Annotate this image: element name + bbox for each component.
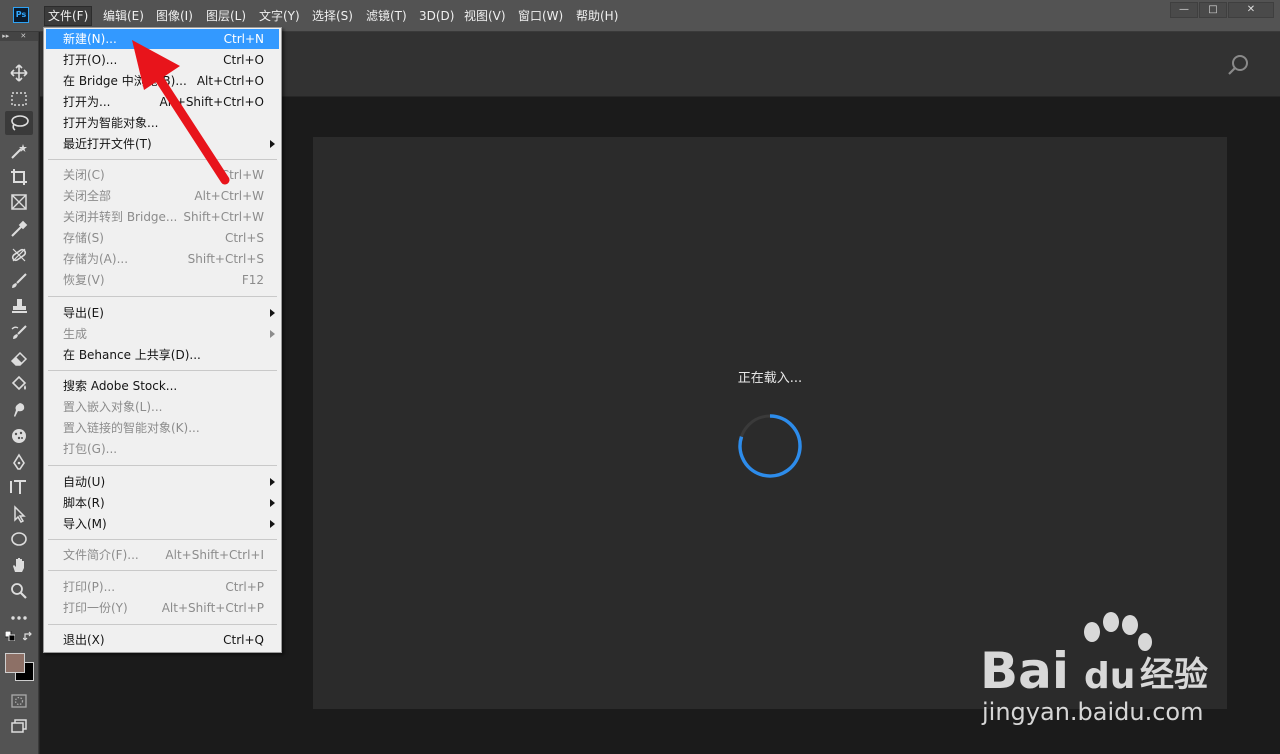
submenu-arrow-icon — [270, 499, 275, 507]
menu-separator — [48, 159, 277, 160]
brush-tool-icon[interactable] — [9, 271, 29, 291]
menu-item-open[interactable]: 打开(O)... Ctrl+O — [46, 50, 279, 70]
menu-item-revert[interactable]: 恢复(V) F12 — [46, 270, 279, 290]
ellipse-tool-icon[interactable] — [9, 529, 29, 549]
menu-item-browse-in-bridge[interactable]: 在 Bridge 中浏览(B)... Alt+Ctrl+O — [46, 71, 279, 91]
hand-tool-icon[interactable] — [9, 555, 29, 575]
watermark-brand-du: du — [1084, 656, 1135, 697]
menu-item-close-all[interactable]: 关闭全部 Alt+Ctrl+W — [46, 186, 279, 206]
magic-wand-tool-icon[interactable] — [9, 141, 29, 161]
sponge-tool-icon[interactable] — [9, 426, 29, 446]
foreground-color-swatch[interactable] — [5, 653, 25, 673]
menu-item-import[interactable]: 导入(M) — [46, 514, 279, 534]
zoom-tool-icon[interactable] — [9, 581, 29, 601]
menu-layer[interactable]: 图层(L) — [203, 7, 249, 25]
menu-filter[interactable]: 滤镜(T) — [363, 7, 410, 25]
menu-help[interactable]: 帮助(H) — [573, 7, 621, 25]
menu-separator — [48, 370, 277, 371]
menu-separator — [48, 624, 277, 625]
menu-item-print-one-copy[interactable]: 打印一份(Y) Alt+Shift+Ctrl+P — [46, 598, 279, 618]
menu-item-automate[interactable]: 自动(U) — [46, 472, 279, 492]
submenu-arrow-icon — [270, 330, 275, 338]
menu-item-place-embedded[interactable]: 置入嵌入对象(L)... — [46, 397, 279, 417]
frame-tool-icon[interactable] — [9, 192, 29, 212]
minimize-button[interactable]: — — [1170, 2, 1198, 18]
loading-text: 正在载入... — [737, 371, 803, 386]
move-tool-icon[interactable] — [9, 63, 29, 83]
search-icon[interactable] — [1228, 54, 1250, 76]
menu-separator — [48, 465, 277, 466]
watermark-product: 经验 — [1140, 655, 1208, 695]
menu-select[interactable]: 选择(S) — [309, 7, 356, 25]
marquee-tool-icon[interactable] — [9, 89, 29, 109]
panel-collapse-handle[interactable]: ▸▸ ✕ — [0, 32, 38, 41]
menu-item-scripts[interactable]: 脚本(R) — [46, 493, 279, 513]
baidu-watermark-logo: Bai du 经验 jingyan.baidu.com — [980, 612, 1208, 726]
menu-item-generate[interactable]: 生成 — [46, 324, 279, 344]
menu-file[interactable]: 文件(F) — [44, 6, 93, 26]
type-tool-icon[interactable] — [9, 477, 29, 497]
path-selection-tool-icon[interactable] — [9, 504, 29, 524]
menu-edit[interactable]: 编辑(E) — [100, 7, 147, 25]
menu-item-open-recent[interactable]: 最近打开文件(T) — [46, 134, 279, 154]
loading-spinner-icon — [738, 414, 802, 478]
menu-item-place-linked[interactable]: 置入链接的智能对象(K)... — [46, 418, 279, 438]
menu-item-new[interactable]: 新建(N)... Ctrl+N — [46, 29, 279, 49]
menu-item-package[interactable]: 打包(G)... — [46, 439, 279, 459]
eraser-tool-icon[interactable] — [9, 348, 29, 368]
paint-bucket-tool-icon[interactable] — [9, 374, 29, 394]
swap-colors-icon[interactable] — [22, 630, 34, 642]
close-button[interactable]: ✕ — [1228, 2, 1274, 18]
default-colors-icon[interactable] — [4, 630, 16, 642]
maximize-button[interactable]: □ — [1199, 2, 1227, 18]
photoshop-logo: Ps — [13, 7, 29, 23]
smudge-tool-icon[interactable] — [9, 400, 29, 420]
menu-item-search-adobe-stock[interactable]: 搜索 Adobe Stock... — [46, 376, 279, 396]
menu-item-close[interactable]: 关闭(C) Ctrl+W — [46, 165, 279, 185]
quick-mask-icon[interactable] — [9, 691, 29, 711]
menu-item-exit[interactable]: 退出(X) Ctrl+Q — [46, 630, 279, 650]
menu-type[interactable]: 文字(Y) — [256, 7, 303, 25]
submenu-arrow-icon — [270, 478, 275, 486]
menu-separator — [48, 296, 277, 297]
history-brush-tool-icon[interactable] — [9, 323, 29, 343]
menu-window[interactable]: 窗口(W) — [515, 7, 566, 25]
menu-item-file-info[interactable]: 文件简介(F)... Alt+Shift+Ctrl+I — [46, 545, 279, 565]
more-tools-icon[interactable] — [9, 608, 29, 628]
submenu-arrow-icon — [270, 309, 275, 317]
eyedropper-tool-icon[interactable] — [9, 219, 29, 239]
lasso-tool-icon[interactable] — [5, 111, 33, 135]
healing-brush-tool-icon[interactable] — [9, 245, 29, 265]
tools-panel: ▸▸ ✕ — [0, 32, 39, 754]
menu-item-close-and-go-to-bridge[interactable]: 关闭并转到 Bridge... Shift+Ctrl+W — [46, 207, 279, 227]
menu-separator — [48, 539, 277, 540]
pen-tool-icon[interactable] — [9, 452, 29, 472]
menu-image[interactable]: 图像(I) — [153, 7, 196, 25]
submenu-arrow-icon — [270, 140, 275, 148]
menu-separator — [48, 570, 277, 571]
menu-item-open-as[interactable]: 打开为... Alt+Shift+Ctrl+O — [46, 92, 279, 112]
menu-item-save-as[interactable]: 存储为(A)... Shift+Ctrl+S — [46, 249, 279, 269]
submenu-arrow-icon — [270, 520, 275, 528]
menu-item-open-as-smart-object[interactable]: 打开为智能对象... — [46, 113, 279, 133]
watermark-url: jingyan.baidu.com — [981, 698, 1203, 726]
crop-tool-icon[interactable] — [9, 167, 29, 187]
menu-item-save[interactable]: 存储(S) Ctrl+S — [46, 228, 279, 248]
file-menu-dropdown: 新建(N)... Ctrl+N 打开(O)... Ctrl+O 在 Bridge 中… — [43, 27, 282, 653]
menu-item-export[interactable]: 导出(E) — [46, 303, 279, 323]
menu-view[interactable]: 视图(V) — [461, 7, 509, 25]
watermark-brand: Bai — [980, 642, 1069, 700]
menu-item-share-on-behance[interactable]: 在 Behance 上共享(D)... — [46, 345, 279, 365]
clone-stamp-tool-icon[interactable] — [9, 296, 29, 316]
screen-mode-icon[interactable] — [9, 716, 29, 736]
menu-item-print[interactable]: 打印(P)... Ctrl+P — [46, 577, 279, 597]
menu-3d[interactable]: 3D(D) — [416, 7, 457, 25]
